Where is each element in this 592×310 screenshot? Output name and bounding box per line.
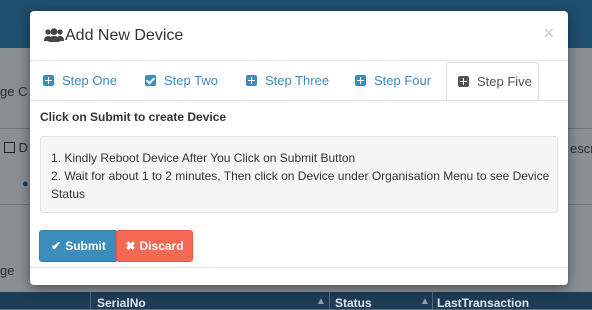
tab-label: Step Three <box>265 73 330 88</box>
sort-icon: ▲ <box>316 296 326 307</box>
background-column-fragment: escr <box>570 141 592 156</box>
background-checkbox-row: D <box>4 140 28 155</box>
tab-label: Step Four <box>374 73 432 88</box>
table-header-lasttransaction: LastTransaction <box>437 296 530 310</box>
modal-header: Add New Device × <box>30 11 568 61</box>
instruction-line: 1. Kindly Reboot Device After You Click … <box>51 151 356 165</box>
tab-step-three[interactable]: Step Three <box>246 62 329 100</box>
tab-label: Step Five <box>477 74 532 89</box>
close-button[interactable]: × <box>543 23 554 44</box>
plus-square-icon <box>458 76 469 87</box>
instructions-box: 1. Kindly Reboot Device After You Click … <box>40 136 558 213</box>
submit-label: Submit <box>65 239 106 253</box>
background-checkbox-label: D <box>18 140 29 155</box>
step-tabs: Step One Step Two Step Three Step Four S… <box>30 62 568 101</box>
tab-step-five[interactable]: Step Five <box>446 62 539 100</box>
add-device-modal: Add New Device × Step One Step Two Step … <box>30 11 568 285</box>
background-label-fragment: ge <box>0 263 15 278</box>
check-icon: ✔ <box>51 239 62 253</box>
breadcrumb-fragment: ge C <box>0 84 28 99</box>
background-users-icon: ● <box>22 178 29 190</box>
instruction-line: 2. Wait for about 1 to 2 minutes, Then c… <box>51 169 550 201</box>
plus-square-icon <box>355 75 366 86</box>
users-icon <box>44 28 64 42</box>
table-col-separator <box>432 292 433 309</box>
table-header-status: Status <box>335 296 372 310</box>
step-title: Click on Submit to create Device <box>40 110 227 124</box>
sort-icon: ▲ <box>420 296 430 307</box>
table-col-separator <box>329 292 330 309</box>
tab-step-two[interactable]: Step Two <box>145 62 218 100</box>
discard-label: Discard <box>139 239 184 253</box>
tab-label: Step Two <box>164 73 218 88</box>
check-square-icon <box>145 75 156 86</box>
close-icon: ✖ <box>125 239 136 253</box>
modal-footer-divider <box>30 267 568 268</box>
instructions-text: 1. Kindly Reboot Device After You Click … <box>51 149 551 203</box>
tab-step-one[interactable]: Step One <box>43 62 117 100</box>
plus-square-icon <box>246 75 257 86</box>
submit-button[interactable]: ✔ Submit <box>39 230 118 262</box>
modal-title: Add New Device <box>65 27 184 44</box>
table-header-serialno: SerialNo <box>97 296 146 310</box>
plus-square-icon <box>43 75 54 86</box>
table-col-separator <box>90 292 91 309</box>
tab-step-four[interactable]: Step Four <box>355 62 431 100</box>
tab-label: Step One <box>62 73 117 88</box>
discard-button[interactable]: ✖ Discard <box>116 230 193 262</box>
